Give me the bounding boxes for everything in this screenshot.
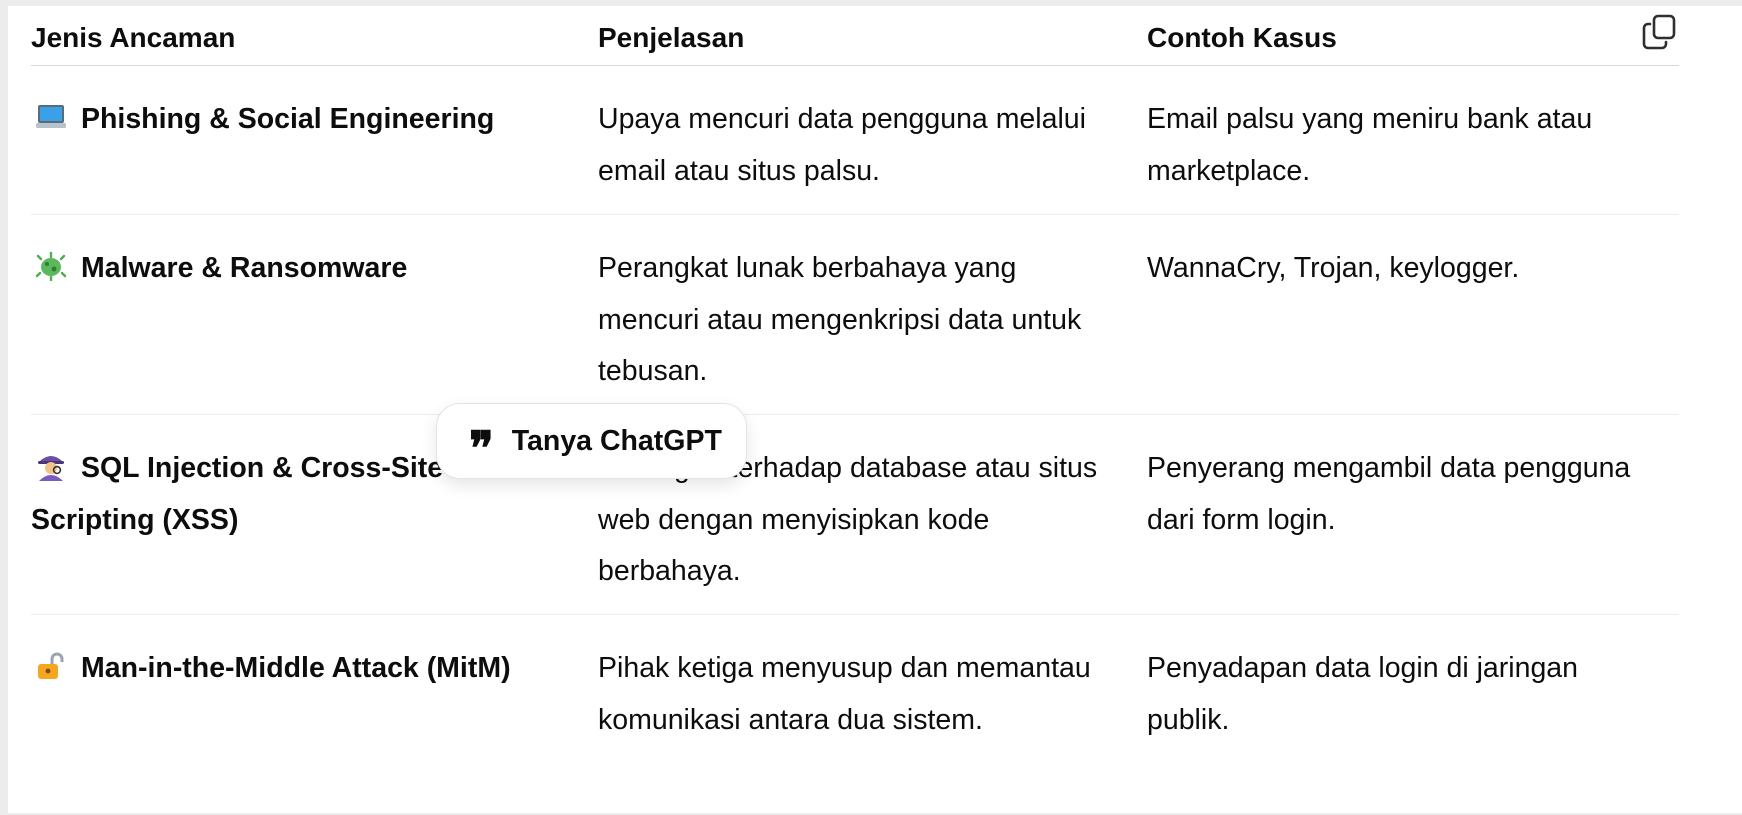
example-cell: Penyerang mengambil data pengguna dari f… bbox=[1147, 452, 1631, 536]
threat-cell: Man-in-the-Middle Attack (MitM) bbox=[31, 615, 598, 814]
example-cell: Penyadapan data login di jaringan publik… bbox=[1147, 652, 1579, 736]
spy-icon bbox=[38, 456, 64, 481]
quote-icon: ❞ bbox=[469, 421, 494, 475]
unlocked-padlock-icon bbox=[38, 652, 64, 679]
threat-label: Phishing & Social Engineering bbox=[81, 103, 495, 135]
threat-table: Jenis Ancaman Penjelasan Contoh Kasus Ph… bbox=[31, 6, 1679, 815]
explanation-cell: Pihak ketiga menyusup dan memantau komun… bbox=[598, 652, 1091, 736]
table-header-row: Jenis Ancaman Penjelasan Contoh Kasus bbox=[31, 6, 1679, 66]
laptop-icon bbox=[36, 105, 66, 128]
threat-label: SQL Injection & Cross-Site Scripting (XS… bbox=[31, 452, 444, 536]
content-area: Jenis Ancaman Penjelasan Contoh Kasus Ph… bbox=[8, 6, 1742, 815]
microbe-icon bbox=[35, 251, 67, 281]
threat-label: Man-in-the-Middle Attack (MitM) bbox=[81, 652, 511, 684]
threat-cell: Phishing & Social Engineering bbox=[31, 66, 598, 217]
column-header-explanation: Penjelasan bbox=[598, 22, 745, 53]
threat-cell: Malware & Ransomware bbox=[31, 215, 598, 418]
table-row: Malware & Ransomware Perangkat lunak ber… bbox=[31, 215, 1679, 415]
column-header-example: Contoh Kasus bbox=[1147, 22, 1337, 53]
table-row: Phishing & Social Engineering Upaya menc… bbox=[31, 66, 1679, 215]
explanation-cell: Upaya mencuri data pengguna melalui emai… bbox=[598, 103, 1086, 187]
ask-chatgpt-button[interactable]: ❞ Tanya ChatGPT bbox=[436, 403, 747, 479]
explanation-cell: Perangkat lunak berbahaya yang mencuri a… bbox=[598, 252, 1082, 387]
example-cell: Email palsu yang meniru bank atau market… bbox=[1147, 103, 1593, 187]
table-row: Man-in-the-Middle Attack (MitM) Pihak ke… bbox=[31, 615, 1679, 815]
threat-label: Malware & Ransomware bbox=[81, 252, 408, 284]
column-header-threat-type: Jenis Ancaman bbox=[31, 22, 236, 53]
ask-chatgpt-label: Tanya ChatGPT bbox=[511, 424, 722, 457]
table-row: SQL Injection & Cross-Site Scripting (XS… bbox=[31, 415, 1679, 615]
example-cell: WannaCry, Trojan, keylogger. bbox=[1147, 252, 1520, 284]
